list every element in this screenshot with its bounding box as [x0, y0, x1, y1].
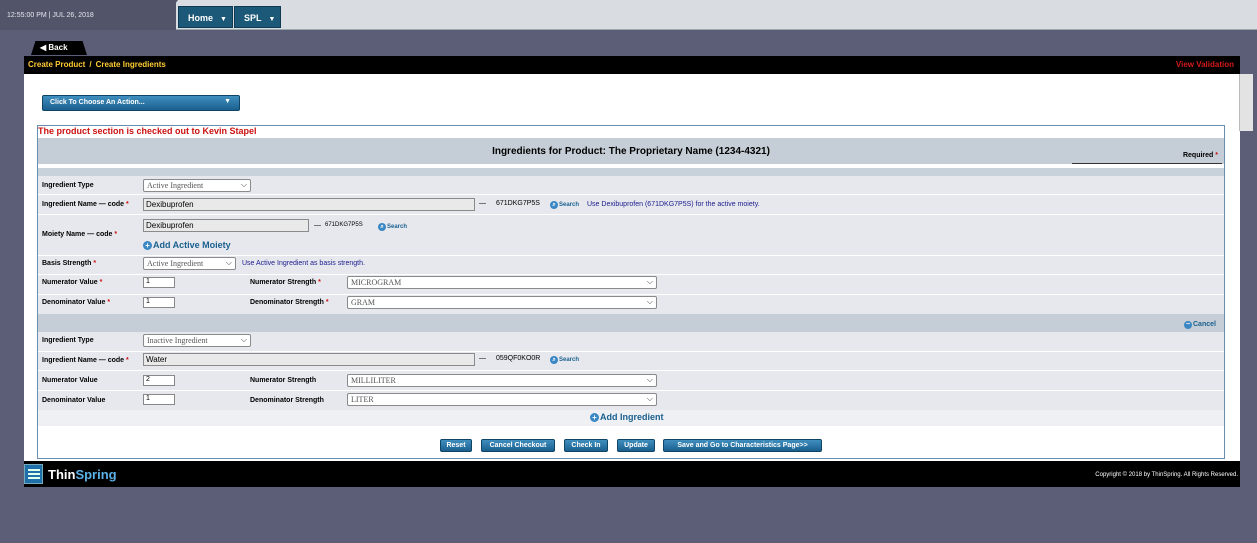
cancel-checkout-button[interactable]: Cancel Checkout — [481, 439, 555, 452]
copyright: Copyright © 2018 by ThinSpring. All Righ… — [1095, 472, 1238, 478]
denominator-strength-label: Denominator Strength * — [250, 299, 329, 306]
denominator-value-label: Denominator Value * — [42, 299, 111, 306]
numerator-value-input[interactable]: 2 — [143, 375, 175, 386]
ingredient-type-label: Ingredient Type — [42, 182, 94, 189]
divider — [1072, 163, 1222, 164]
breadcrumb: Create Product / Create Ingredients — [24, 56, 1240, 74]
add-ingredient-link[interactable]: + Add Ingredient — [590, 412, 664, 422]
numerator-strength-select[interactable]: MILLILITER ⌵ — [347, 374, 657, 387]
datetime-display: 12:55:00 PM | JUL 26, 2018 — [0, 0, 176, 30]
dash: — — [479, 200, 486, 207]
footer: ThinSpring Copyright © 2018 by ThinSprin… — [24, 461, 1240, 487]
row-divider — [38, 294, 1224, 295]
numerator-value-label: Numerator Value * — [42, 279, 103, 286]
dash: — — [314, 222, 321, 229]
denominator-value-label: Denominator Value — [42, 397, 106, 404]
basis-strength-label: Basis Strength * — [42, 260, 97, 267]
view-validation-link[interactable]: View Validation — [1176, 60, 1234, 69]
required-legend: Required * — [1182, 152, 1218, 159]
dash: — — [479, 355, 486, 362]
numerator-strength-label: Numerator Strength * — [250, 279, 321, 286]
numerator-value-input[interactable]: 1 — [143, 277, 175, 288]
denominator-strength-select[interactable]: LITER ⌵ — [347, 393, 657, 406]
moiety-name-label: Moiety Name — code * — [42, 231, 118, 238]
denominator-strength-label: Denominator Strength — [250, 397, 324, 404]
numerator-strength-select[interactable]: MICROGRAM ⌵ — [347, 276, 657, 289]
save-and-go-button[interactable]: Save and Go to Characteristics Page>> — [663, 439, 822, 452]
ingredient-name-label: Ingredient Name — code * — [42, 357, 129, 364]
ingredient-name-input[interactable]: Dexibuprofen — [143, 198, 475, 211]
search-icon: ⌕ — [550, 201, 558, 209]
logo-wordmark: ThinSpring — [48, 467, 117, 482]
form-heading: Ingredients for Product: The Proprietary… — [38, 138, 1224, 164]
chevron-down-icon: ⌵ — [240, 335, 247, 344]
chevron-down-icon: ⌵ — [225, 258, 232, 267]
ingredient-code: 671DKG7P5S — [496, 200, 540, 207]
back-button[interactable]: ◀ Back — [31, 41, 87, 55]
minus-icon: − — [1184, 321, 1192, 329]
numerator-strength-label: Numerator Strength — [250, 377, 317, 384]
checkout-message: The product section is checked out to Ke… — [38, 126, 257, 136]
ingredients-form: The product section is checked out to Ke… — [37, 125, 1225, 459]
breadcrumb-create-ingredients: Create Ingredients — [95, 60, 166, 69]
section-band — [38, 314, 1224, 332]
row-divider — [38, 390, 1224, 391]
ingredient-type-select[interactable]: Active Ingredient ⌵ — [143, 179, 251, 192]
row-divider — [38, 255, 1224, 256]
row-divider — [38, 370, 1224, 371]
ingredient-note: Use Dexibuprofen (671DKG7P5S) for the ac… — [587, 201, 760, 208]
row-divider — [38, 214, 1224, 215]
add-active-moiety-link[interactable]: + Add Active Moiety — [143, 240, 231, 250]
moiety-name-input[interactable]: Dexibuprofen — [143, 219, 309, 232]
chevron-down-icon: ⌵ — [240, 180, 247, 189]
plus-icon: + — [143, 241, 152, 250]
ingredient-name-label: Ingredient Name — code * — [42, 201, 129, 208]
clock-divider — [156, 0, 178, 30]
thinspring-logo: ThinSpring — [24, 464, 154, 484]
denominator-strength-select[interactable]: GRAM ⌵ — [347, 296, 657, 309]
section-band — [38, 168, 1224, 176]
row-divider — [38, 274, 1224, 275]
ingredient-name-input[interactable]: Water — [143, 353, 475, 366]
check-in-button[interactable]: Check In — [564, 439, 608, 452]
scrollbar[interactable] — [1239, 74, 1253, 131]
search-icon: ⌕ — [550, 356, 558, 364]
denominator-value-input[interactable]: 1 — [143, 297, 175, 308]
moiety-code: 671DKG7P5S — [325, 222, 363, 228]
row-divider — [38, 351, 1224, 352]
chevron-down-icon: ⌵ — [646, 297, 653, 306]
main-panel: Create Product / Create Ingredients View V… — [24, 56, 1240, 487]
ingredient-code: 059QF0KO0R — [496, 355, 541, 362]
chevron-down-icon: ▼ — [220, 16, 227, 23]
action-menu-button[interactable]: Click To Choose An Action... ▼ — [42, 95, 240, 111]
ingredient-search-link[interactable]: ⌕ Search — [550, 356, 579, 364]
denominator-value-input[interactable]: 1 — [143, 394, 175, 405]
cancel-ingredient-link[interactable]: − Cancel — [1184, 321, 1216, 329]
ingredient-search-link[interactable]: ⌕ Search — [550, 201, 579, 209]
numerator-value-label: Numerator Value — [42, 377, 98, 384]
logo-mark-icon — [24, 464, 43, 484]
moiety-search-link[interactable]: ⌕ Search — [378, 223, 407, 231]
chevron-down-icon: ⌵ — [646, 394, 653, 403]
update-button[interactable]: Update — [617, 439, 655, 452]
ingredient-type-label: Ingredient Type — [42, 337, 94, 344]
chevron-down-icon: ▼ — [268, 16, 276, 23]
chevron-down-icon: ⌵ — [646, 375, 653, 384]
nav-spl-menu[interactable]: SPL ▼ — [234, 6, 281, 28]
nav-home-menu[interactable]: Home ▼ — [178, 6, 233, 28]
chevron-down-icon: ▼ — [224, 98, 231, 105]
basis-strength-select[interactable]: Active Ingredient ⌵ — [143, 257, 236, 270]
ingredient-type-select[interactable]: Inactive Ingredient ⌵ — [143, 334, 251, 347]
basis-note: Use Active Ingredient as basis strength. — [242, 260, 365, 267]
chevron-down-icon: ⌵ — [646, 277, 653, 286]
reset-button[interactable]: Reset — [440, 439, 472, 452]
breadcrumb-create-product[interactable]: Create Product — [28, 60, 85, 69]
top-bar: 12:55:00 PM | JUL 26, 2018 Home ▼ SPL ▼ — [0, 0, 1257, 30]
row-divider — [38, 194, 1224, 195]
search-icon: ⌕ — [378, 223, 386, 231]
back-arrow-icon: ◀ — [40, 43, 47, 52]
plus-icon: + — [590, 413, 599, 422]
